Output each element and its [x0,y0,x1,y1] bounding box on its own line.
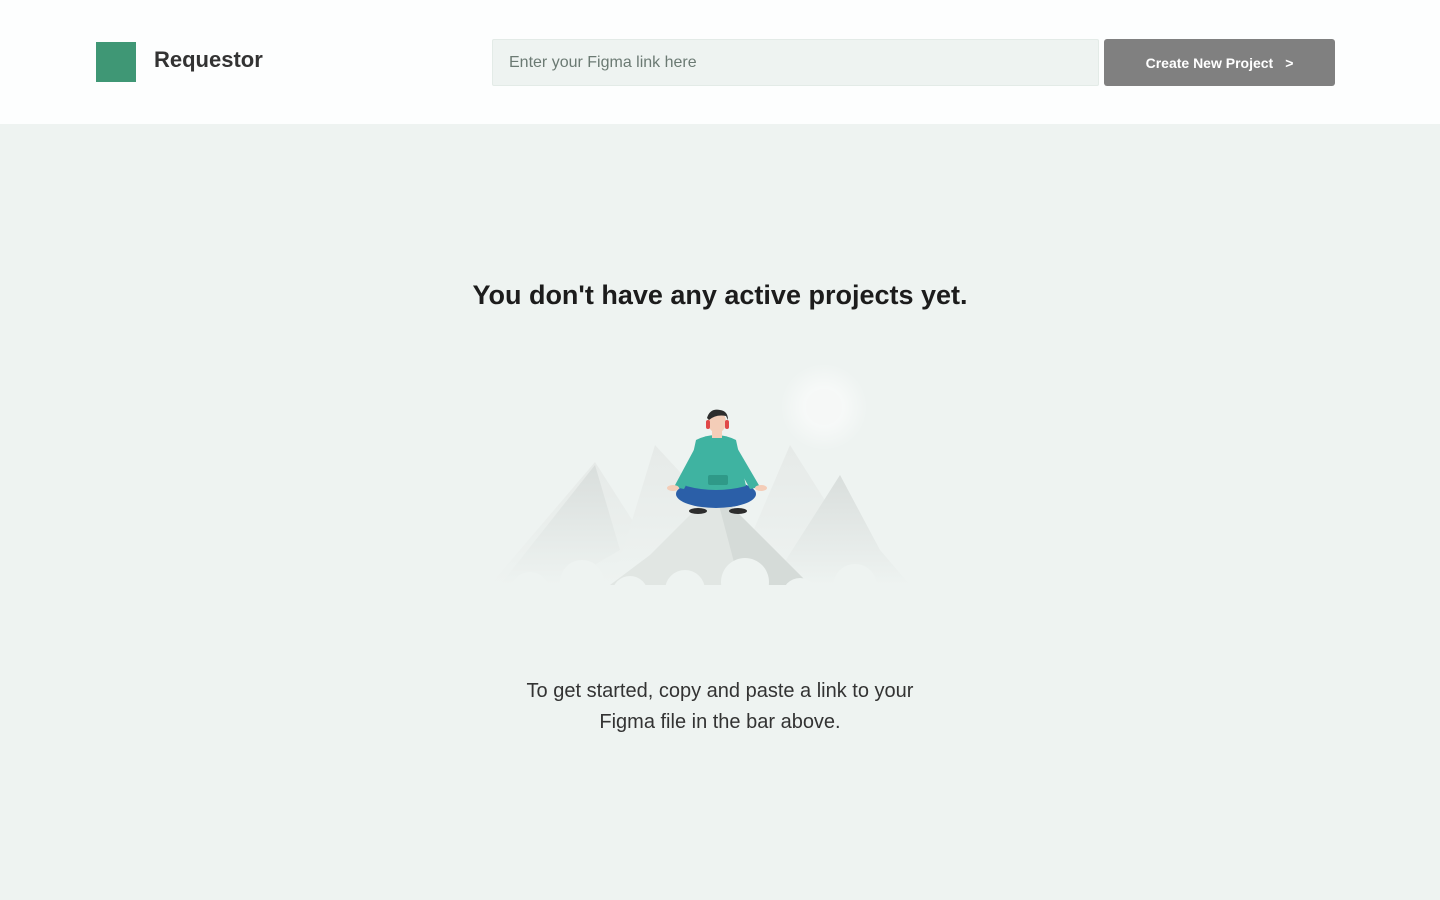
description-line-1: To get started, copy and paste a link to… [526,680,914,702]
figma-link-input[interactable] [492,39,1099,86]
meditating-person-on-mountains-illustration [490,363,910,620]
sun-icon [780,363,868,451]
empty-state-heading: You don't have any active projects yet. [472,280,968,310]
empty-state-description: To get started, copy and paste a link to… [470,676,970,738]
chevron-right-icon: > [1285,54,1294,71]
top-bar: Requestor Create New Project > [0,0,1440,124]
app-title: Requestor [154,47,263,72]
create-new-project-button[interactable]: Create New Project > [1104,39,1335,86]
create-new-project-label: Create New Project [1145,54,1274,71]
meditating-person-icon [667,409,767,514]
description-line-2: Figma file in the bar above. [599,711,841,733]
app-logo [96,42,136,82]
